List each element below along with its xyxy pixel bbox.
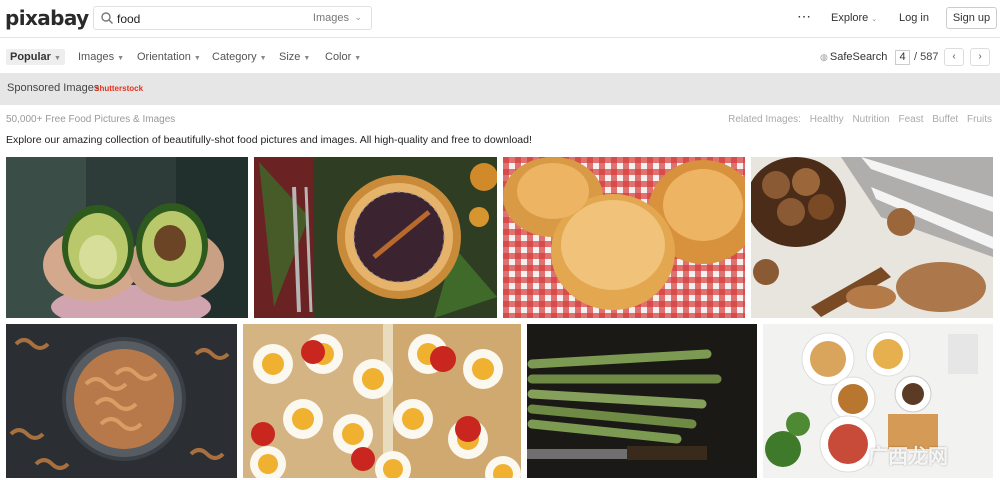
bread-photo <box>503 157 745 318</box>
caret-down-icon: ▼ <box>117 55 125 62</box>
filter-color[interactable]: Color ▼ <box>325 51 361 63</box>
safesearch-toggle[interactable]: ◍ SafeSearch <box>820 51 887 63</box>
filter-label: Images <box>78 51 115 63</box>
image-chocolate-cake[interactable] <box>254 157 497 318</box>
signup-button[interactable]: Sign up <box>946 7 997 29</box>
explore-label: Explore <box>831 12 869 24</box>
more-icon[interactable]: ⋯ <box>797 9 812 23</box>
caret-down-icon: ▼ <box>53 55 61 62</box>
lock-icon: ◍ <box>820 52 828 62</box>
cake-photo <box>254 157 497 318</box>
page-total: / 587 <box>914 51 939 63</box>
asparagus-photo <box>527 324 757 478</box>
filter-label: Size <box>279 51 301 63</box>
top-bar: pixabay food Images ⌄ ⋯ Explore ⌄ Log in … <box>0 0 1000 38</box>
related-tag[interactable]: Feast <box>898 114 923 125</box>
search-type-select[interactable]: Images <box>313 12 349 24</box>
caret-down-icon: ▼ <box>259 55 267 62</box>
sponsored-bar: Sponsored Images shutterstock <box>0 73 1000 105</box>
sponsored-label: Sponsored Images <box>7 82 100 94</box>
filter-label: Orientation <box>137 51 191 63</box>
filter-label: Color <box>325 51 352 63</box>
chevron-down-icon: ⌄ <box>871 16 878 23</box>
walnuts-photo <box>751 157 993 318</box>
image-bread-rolls[interactable] <box>503 157 745 318</box>
shutterstock-logo[interactable]: shutterstock <box>95 84 143 93</box>
image-asparagus[interactable] <box>527 324 757 478</box>
related-tag[interactable]: Nutrition <box>852 114 889 125</box>
avocado-photo <box>6 157 248 318</box>
pasta-photo <box>6 324 237 478</box>
pixabay-logo[interactable]: pixabay <box>5 6 89 30</box>
next-page-button[interactable]: › <box>970 48 990 66</box>
prev-page-button[interactable]: ‹ <box>944 48 964 66</box>
search-input[interactable]: food <box>117 12 140 26</box>
results-description: Explore our amazing collection of beauti… <box>6 134 532 146</box>
search-icon <box>101 12 113 24</box>
eggs-photo <box>243 324 521 478</box>
filter-orientation[interactable]: Orientation ▼ <box>137 51 201 63</box>
filter-label: Category <box>212 51 257 63</box>
caret-down-icon: ▼ <box>303 55 311 62</box>
filter-images[interactable]: Images ▼ <box>78 51 124 63</box>
site-watermark: 广西龙网 <box>868 444 948 468</box>
filter-category[interactable]: Category ▼ <box>212 51 267 63</box>
filter-popular[interactable]: Popular ▼ <box>6 49 65 65</box>
related-label: Related Images: <box>728 114 801 125</box>
search-box[interactable]: food Images ⌄ <box>93 6 372 30</box>
image-avocado[interactable] <box>6 157 248 318</box>
related-images: Related Images: Healthy Nutrition Feast … <box>722 114 992 125</box>
safesearch-label: SafeSearch <box>829 51 888 63</box>
chevron-down-icon: ⌄ <box>354 12 362 22</box>
login-link[interactable]: Log in <box>899 12 929 24</box>
image-egg-toast[interactable] <box>243 324 521 478</box>
related-tag[interactable]: Healthy <box>810 114 844 125</box>
filter-label: Popular <box>10 51 51 63</box>
image-pasta[interactable] <box>6 324 237 478</box>
filter-bar: Popular ▼ Images ▼ Orientation ▼ Category ▼ … <box>0 39 1000 73</box>
related-tag[interactable]: Fruits <box>967 114 992 125</box>
caret-down-icon: ▼ <box>354 55 362 62</box>
caret-down-icon: ▼ <box>193 55 201 62</box>
page-number-input[interactable]: 4 <box>895 50 910 65</box>
image-walnuts[interactable] <box>751 157 993 318</box>
explore-menu[interactable]: Explore ⌄ <box>831 12 877 24</box>
filter-size[interactable]: Size ▼ <box>279 51 310 63</box>
results-count: 50,000+ Free Food Pictures & Images <box>6 114 176 125</box>
related-tag[interactable]: Buffet <box>932 114 958 125</box>
